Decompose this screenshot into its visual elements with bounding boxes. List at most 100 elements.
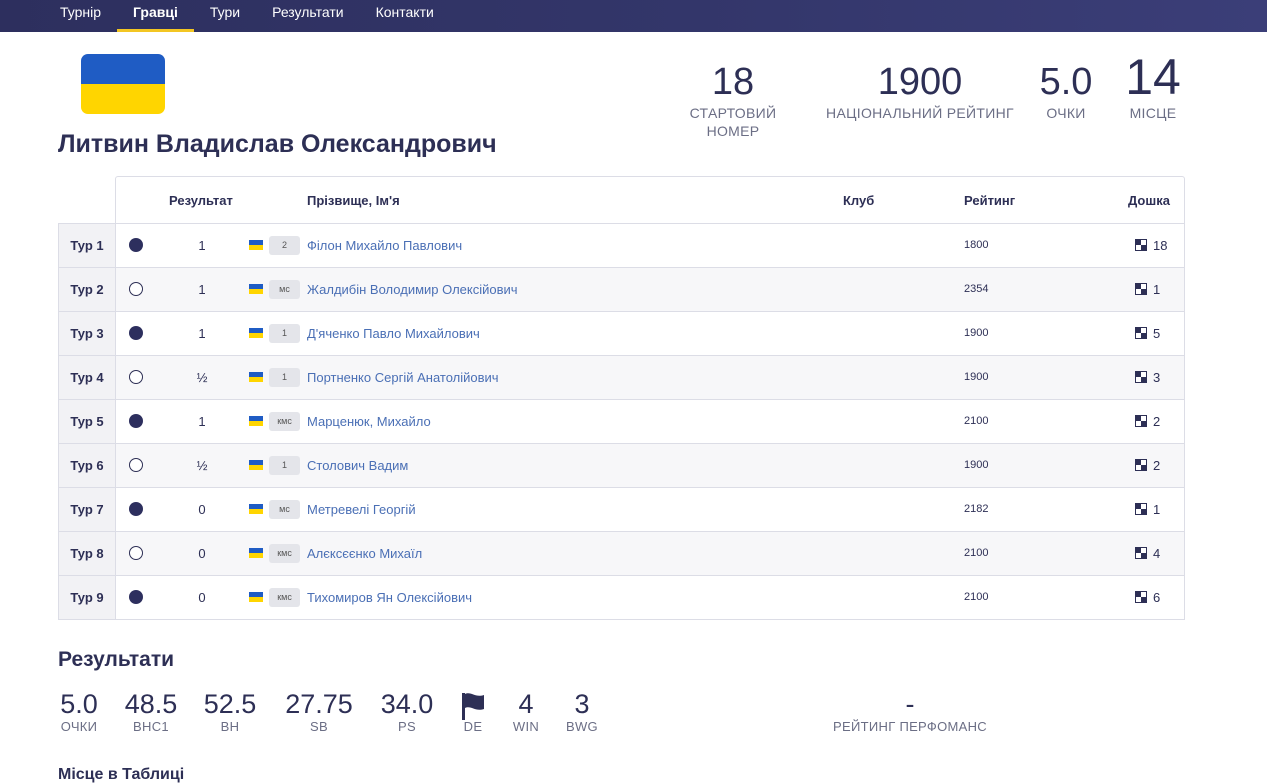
chessboard-icon [1135,459,1147,471]
header-club: Клуб [843,193,875,208]
result-stat-label: BWG [566,719,598,734]
table-row: Тур 1 1 2 Філон Михайло Павлович 1800 18 [58,223,1185,267]
round-label: Тур 8 [59,532,116,575]
opponent-link[interactable]: Тихомиров Ян Олексійович [307,576,472,619]
black-piece-icon [129,502,143,516]
nav-item-tournament[interactable]: Турнір [44,0,117,32]
standings-title: Місце в Таблиці [58,766,185,783]
chessboard-icon [1135,591,1147,603]
table-row: Тур 4 ½ 1 Портненко Сергій Анатолійович 1900… [58,355,1185,399]
performance-value: - [905,689,915,719]
points-label: ОЧКИ [1046,105,1086,121]
table-row: Тур 7 0 мс Метревелі Георгій 2182 1 [58,487,1185,531]
start-number-label: СТАРТОВИЙ НОМЕР [689,105,777,139]
national-rating-stat: 1900 НАЦІОНАЛЬНИЙ РЕЙТИНГ [826,60,1014,122]
round-result: 1 [198,414,206,429]
chessboard-icon [1135,283,1147,295]
table-row: Тур 9 0 кмс Тихомиров Ян Олексійович 2100 6 [58,575,1185,619]
board-number: 4 [1153,546,1161,561]
flag-icon [458,688,488,720]
chessboard-icon [1135,371,1147,383]
start-number-value: 18 [711,61,755,103]
result-stat-value: 27.75 [285,689,353,719]
opponent-rating: 2100 [964,415,989,427]
header-board: Дошка [1128,193,1170,208]
opponent-link[interactable]: Портненко Сергій Анатолійович [307,356,499,399]
ukraine-flag-icon [249,504,263,514]
player-name: Литвин Владислав Олександрович [58,130,497,158]
white-piece-icon [129,282,143,296]
table-row: Тур 8 0 кмс Алєксєєнко Михаїл 2100 4 [58,531,1185,575]
points-value: 5.0 [1039,61,1093,103]
black-piece-icon [129,326,143,340]
performance-stat: - РЕЙТИНГ ПЕРФОМАНС [826,688,994,734]
result-stat-sb: 27.75 SB [282,688,356,734]
results-title: Результати [58,648,175,671]
opponent-rating: 2182 [964,503,989,515]
round-result: 0 [198,502,206,517]
opponent-link[interactable]: Д'яченко Павло Михайлович [307,312,480,355]
result-stat-bwg: 3 BWG [562,688,602,734]
board-number: 1 [1153,502,1161,517]
result-stat-очки: 5.0 ОЧКИ [58,688,100,734]
round-result: ½ [196,458,208,473]
round-result: 1 [198,282,206,297]
nav-item-results[interactable]: Результати [256,0,360,32]
round-result: ½ [196,370,208,385]
result-stat-label: ОЧКИ [60,719,98,734]
opponent-rating: 1800 [964,239,989,251]
chessboard-icon [1135,547,1147,559]
result-stat-value: 5.0 [60,689,98,719]
nav-item-players[interactable]: Гравці [117,0,194,32]
nav-item-contacts[interactable]: Контакти [360,0,450,32]
round-result: 0 [198,590,206,605]
board-number: 2 [1153,458,1161,473]
result-stat-ps: 34.0 PS [378,688,436,734]
result-stat-value: 48.5 [124,689,178,719]
white-piece-icon [129,546,143,560]
chessboard-icon [1135,327,1147,339]
round-label: Тур 9 [59,576,116,619]
title-badge: 1 [269,456,300,475]
opponent-link[interactable]: Метревелі Георгій [307,488,416,531]
ukraine-flag-icon [249,460,263,470]
round-result: 1 [198,326,206,341]
result-stat-de: DE [458,688,488,734]
black-piece-icon [129,414,143,428]
title-badge: 1 [269,368,300,387]
opponent-rating: 2100 [964,591,989,603]
black-piece-icon [129,590,143,604]
opponent-link[interactable]: Жалдибін Володимир Олексійович [307,268,518,311]
opponent-link[interactable]: Марценюк, Михайло [307,400,431,443]
white-piece-icon [129,370,143,384]
ukraine-flag-icon [249,592,263,602]
ukraine-flag-icon [249,240,263,250]
result-stat-label: BH [220,719,240,734]
opponent-link[interactable]: Столович Вадим [307,444,408,487]
table-row: Тур 6 ½ 1 Столович Вадим 1900 2 [58,443,1185,487]
place-stat: 14 МІСЦЕ [1118,50,1188,122]
national-rating-value: 1900 [877,61,963,103]
table-row: Тур 2 1 мс Жалдибін Володимир Олексійович 23… [58,267,1185,311]
opponent-link[interactable]: Алєксєєнко Михаїл [307,532,422,575]
header-name: Прізвище, Ім'я [307,193,400,208]
board-number: 2 [1153,414,1161,429]
opponent-rating: 2100 [964,547,989,559]
opponent-link[interactable]: Філон Михайло Павлович [307,224,462,267]
title-badge: 1 [269,324,300,343]
ukraine-flag-icon [249,328,263,338]
nav-item-rounds[interactable]: Тури [194,0,256,32]
white-piece-icon [129,458,143,472]
place-label: МІСЦЕ [1129,105,1177,121]
table-header: Результат Прізвище, Ім'я Клуб Рейтинг До… [115,176,1185,223]
round-result: 1 [198,238,206,253]
title-badge: кмс [269,588,300,607]
round-result: 0 [198,546,206,561]
result-stat-value: 52.5 [203,689,257,719]
table-body: Тур 1 1 2 Філон Михайло Павлович 1800 18 Тур 2… [58,223,1185,620]
chessboard-icon [1135,503,1147,515]
result-stat-value: 34.0 [380,689,434,719]
ukraine-flag-icon [249,372,263,382]
round-label: Тур 3 [59,312,116,355]
top-nav: Турнір Гравці Тури Результати Контакти [0,0,1267,32]
